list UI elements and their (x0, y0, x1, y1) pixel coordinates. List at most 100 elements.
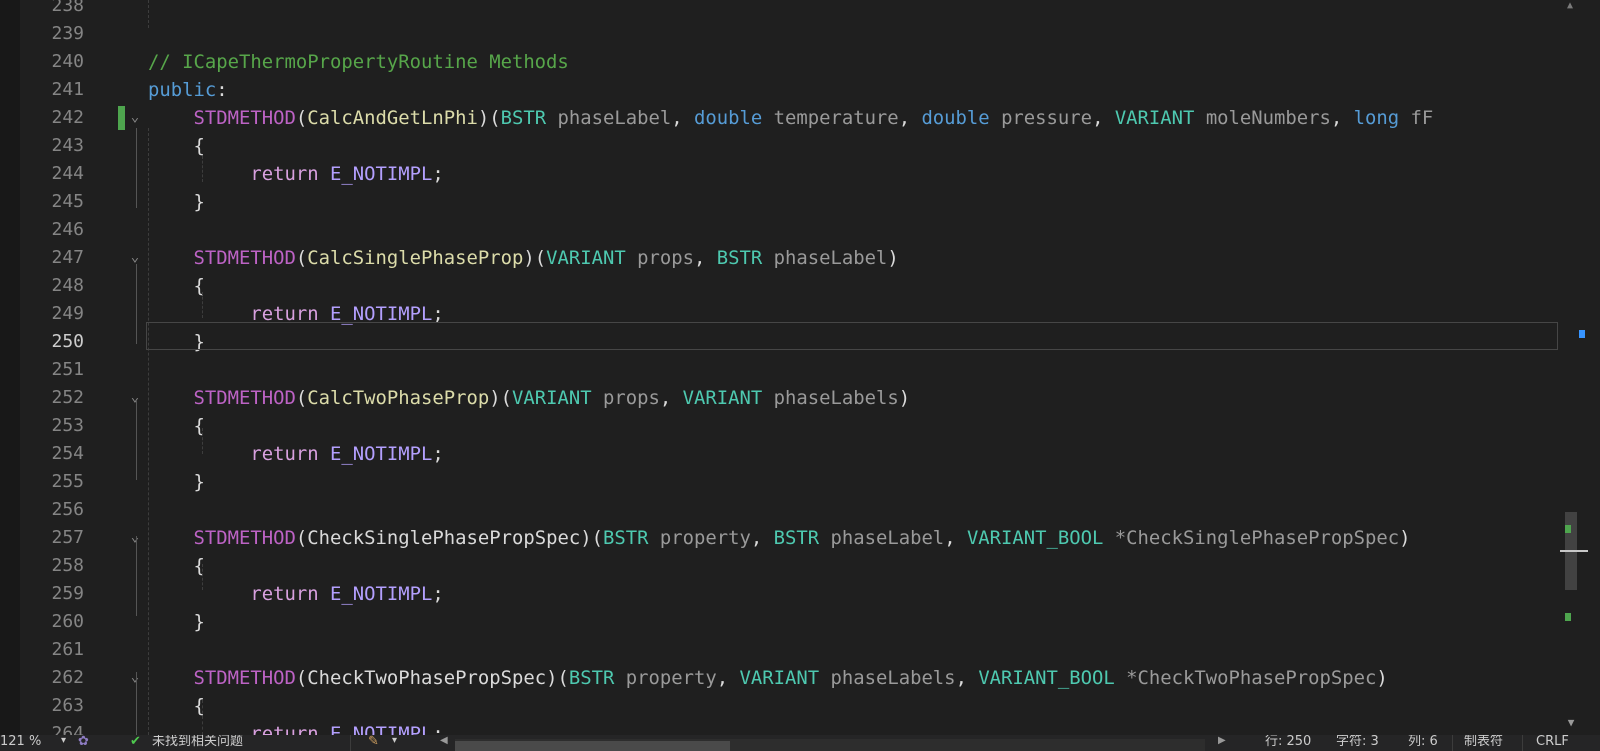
code-token: } (193, 191, 205, 213)
cursor-line[interactable]: 行: 250 (1265, 735, 1311, 751)
code-line[interactable]: 251 (0, 356, 1560, 384)
code-text[interactable]: STDMETHOD(CheckSinglePhasePropSpec)(BSTR… (148, 524, 1411, 552)
horizontal-scrollbar-thumb[interactable] (455, 741, 730, 751)
code-line[interactable]: 246 (0, 216, 1560, 244)
code-text[interactable]: return E_NOTIMPL; (148, 580, 443, 608)
indent-mode[interactable]: 制表符 (1464, 735, 1503, 751)
code-text[interactable]: // ICapeThermoPropertyRoutine Methods (148, 48, 569, 76)
code-cleanup-brush-icon[interactable]: ✎ (368, 735, 379, 751)
code-text[interactable]: return E_NOTIMPL; (148, 440, 443, 468)
cursor-column[interactable]: 列: 6 (1408, 735, 1438, 751)
scroll-up-arrow-icon[interactable]: ▲ (1560, 0, 1580, 14)
code-text[interactable]: { (148, 132, 205, 160)
code-text[interactable]: STDMETHOD(CalcAndGetLnPhi)(BSTR phaseLab… (148, 104, 1434, 132)
scope-guide (136, 264, 137, 344)
code-token: E_NOTIMPL (329, 723, 433, 735)
scope-guide (136, 400, 137, 480)
code-text[interactable]: STDMETHOD(CheckTwoPhasePropSpec)(BSTR pr… (148, 664, 1388, 692)
zoom-level[interactable]: 121 % (0, 735, 41, 751)
code-text[interactable]: public: (148, 76, 228, 104)
code-line[interactable]: 262 ⌄ STDMETHOD(CheckTwoPhasePropSpec)(BS… (0, 664, 1560, 692)
line-ending[interactable]: CRLF (1536, 735, 1569, 751)
code-line[interactable]: 238 (0, 0, 1560, 20)
code-token: double (693, 107, 763, 129)
code-line[interactable]: 248 { (0, 272, 1560, 300)
code-line[interactable]: 240 // ICapeThermoPropertyRoutine Methods (0, 48, 1560, 76)
code-token: CalcTwoPhaseProp (307, 387, 490, 409)
code-token: phaseLabels (830, 667, 956, 689)
scope-guide (136, 536, 137, 616)
code-line[interactable]: 263 { (0, 692, 1560, 720)
line-number: 256 (51, 499, 84, 520)
fold-chevron-icon[interactable]: ⌄ (128, 110, 142, 124)
code-text[interactable]: } (148, 608, 205, 636)
code-text[interactable]: STDMETHOD(CalcTwoPhaseProp)(VARIANT prop… (148, 384, 911, 412)
fold-chevron-icon[interactable]: ⌄ (128, 390, 142, 404)
code-line[interactable]: 264 return E_NOTIMPL; (0, 720, 1560, 735)
code-token: , (659, 387, 683, 409)
code-line[interactable]: 261 (0, 636, 1560, 664)
code-token: )( (580, 527, 603, 549)
fold-chevron-icon[interactable]: ⌄ (128, 250, 142, 264)
code-editor[interactable]: 238 239 240 // ICapeThermoPropertyRoutine M… (0, 0, 1600, 735)
code-token: phaseLabel (557, 107, 672, 129)
fold-chevron-icon[interactable]: ⌄ (128, 670, 142, 684)
code-text[interactable]: { (148, 272, 205, 300)
code-line[interactable]: 241 public: (0, 76, 1560, 104)
chevron-down-icon[interactable]: ▾ (61, 735, 66, 750)
line-number: 239 (51, 23, 84, 44)
code-line[interactable]: 260 } (0, 608, 1560, 636)
line-number: 246 (51, 219, 84, 240)
scroll-right-arrow-icon[interactable]: ▶ (1218, 735, 1226, 750)
line-number: 261 (51, 639, 84, 660)
chevron-down-icon[interactable]: ▾ (392, 735, 397, 750)
code-text[interactable]: return E_NOTIMPL; (148, 720, 443, 735)
indent-guide (202, 292, 203, 318)
code-text[interactable]: } (148, 468, 205, 496)
code-token: : (216, 79, 228, 101)
indent-guide (202, 156, 203, 182)
code-token: STDMETHOD (193, 107, 296, 129)
code-text[interactable]: { (148, 412, 205, 440)
fold-chevron-icon[interactable]: ⌄ (128, 530, 142, 544)
code-token: ) (898, 387, 911, 409)
code-line[interactable]: 247 ⌄ STDMETHOD(CalcSinglePhaseProp)(VARI… (0, 244, 1560, 272)
code-line[interactable]: 253 { (0, 412, 1560, 440)
issues-status[interactable]: 未找到相关问题 (152, 735, 243, 751)
copilot-icon[interactable]: ✿ (78, 735, 89, 751)
cursor-char[interactable]: 字符: 3 (1336, 735, 1379, 751)
code-line[interactable]: 244 return E_NOTIMPL; (0, 160, 1560, 188)
code-token: { (193, 135, 205, 157)
code-text[interactable]: { (148, 552, 205, 580)
code-line[interactable]: 239 (0, 20, 1560, 48)
scroll-down-arrow-icon[interactable]: ▼ (1564, 716, 1578, 730)
code-token: , (750, 527, 774, 549)
code-token: STDMETHOD (193, 527, 296, 549)
code-line[interactable]: 252 ⌄ STDMETHOD(CalcTwoPhaseProp)(VARIANT… (0, 384, 1560, 412)
code-token: VARIANT_BOOL (978, 667, 1115, 689)
code-text[interactable]: { (148, 692, 205, 720)
code-text[interactable]: return E_NOTIMPL; (148, 160, 443, 188)
code-line[interactable]: 258 { (0, 552, 1560, 580)
code-line[interactable]: 243 { (0, 132, 1560, 160)
code-token: props (602, 387, 660, 409)
scrollbar-change-marker (1565, 525, 1571, 533)
code-text[interactable]: STDMETHOD(CalcSinglePhaseProp)(VARIANT p… (148, 244, 899, 272)
code-text[interactable]: } (148, 188, 205, 216)
line-number: 262 (51, 667, 84, 688)
code-line[interactable]: 259 return E_NOTIMPL; (0, 580, 1560, 608)
code-line[interactable]: 255 } (0, 468, 1560, 496)
code-line[interactable]: 242 ⌄ STDMETHOD(CalcAndGetLnPhi)(BSTR pha… (0, 104, 1560, 132)
code-line[interactable]: 256 (0, 496, 1560, 524)
code-line[interactable]: 245 } (0, 188, 1560, 216)
scroll-left-arrow-icon[interactable]: ◀ (440, 735, 448, 750)
code-line[interactable]: 257 ⌄ STDMETHOD(CheckSinglePhasePropSpec)… (0, 524, 1560, 552)
code-line[interactable]: 254 return E_NOTIMPL; (0, 440, 1560, 468)
vertical-scrollbar[interactable] (1560, 0, 1580, 735)
